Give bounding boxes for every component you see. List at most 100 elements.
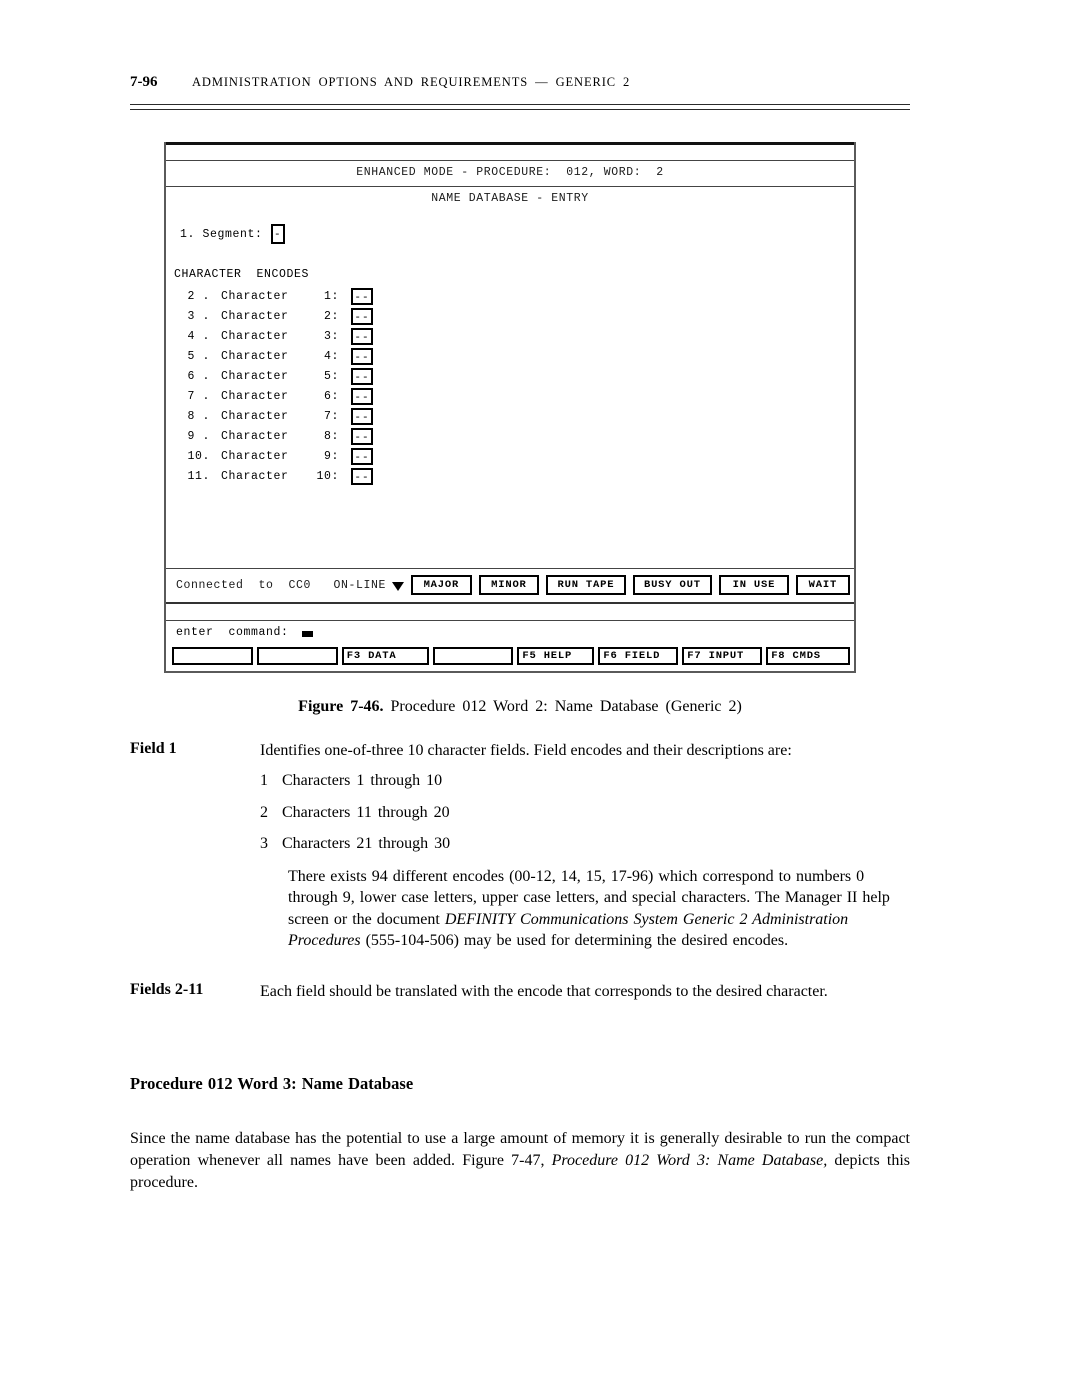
encode-row-index: 6:	[323, 389, 339, 403]
character-encodes-list: 2 . Character 1: -- 3 . Character 2: -- …	[174, 286, 434, 486]
figure-caption: Figure 7-46. Procedure 012 Word 2: Name …	[130, 698, 910, 716]
encode-row-label: Character	[221, 469, 289, 483]
function-key-f1[interactable]	[172, 647, 253, 665]
command-prompt-row: enter command:	[176, 626, 313, 639]
running-header-title: ADMINISTRATION OPTIONS AND REQUIREMENTS …	[192, 75, 631, 89]
terminal-rule-below-mode-line	[166, 186, 854, 187]
field1-description: Identifies one-of-three 10 character fie…	[260, 742, 792, 759]
encode-row-label: Character	[221, 429, 289, 443]
terminal-rule-above-mode-line	[166, 160, 854, 161]
encode-input[interactable]: --	[351, 447, 373, 465]
encode-row-number: 8 .	[187, 409, 210, 423]
encode-row-label: Character	[221, 329, 289, 343]
encode-value: 3	[260, 835, 268, 852]
function-key-f3-data[interactable]: F3 DATA	[341, 647, 429, 665]
section-paragraph: Since the name database has the potentia…	[130, 1128, 910, 1194]
terminal-top-edge	[166, 142, 854, 145]
text-cursor[interactable]	[301, 630, 313, 637]
field1-encode-list: 1 Characters 1 through 10 2 Characters 1…	[260, 772, 820, 867]
terminal-screen-figure: ENHANCED MODE - PROCEDURE: 012, WORD: 2 …	[164, 142, 856, 673]
encode-row-label: Character	[221, 389, 289, 403]
function-key-f2[interactable]	[256, 647, 338, 665]
list-item: 2 Characters 11 through 20	[260, 804, 820, 836]
function-key-f5-help[interactable]: F5 HELP	[517, 647, 595, 665]
alarm-indicator-busy-out[interactable]: BUSY OUT	[632, 575, 713, 595]
field1-label: Field 1	[130, 740, 177, 757]
alarm-indicator-minor[interactable]: MINOR	[478, 575, 540, 595]
status-divider-bottom	[166, 602, 854, 604]
encode-row-number: 2 .	[187, 289, 210, 303]
encode-row-number: 5 .	[187, 349, 210, 363]
encode-row-label: Character	[221, 349, 289, 363]
figure-caption-label: Figure 7-46.	[298, 698, 384, 715]
encode-input[interactable]: --	[351, 427, 373, 445]
encode-row: 10. Character 9: --	[174, 446, 434, 466]
encode-input[interactable]: --	[351, 327, 373, 345]
encode-input[interactable]: --	[351, 307, 373, 325]
encode-row: 4 . Character 3: --	[174, 326, 434, 346]
alarm-indicator-major[interactable]: MAJOR	[411, 575, 472, 595]
encode-description: Characters 11 through 20	[282, 803, 450, 821]
encode-description: Characters 21 through 30	[282, 835, 451, 852]
encode-row: 6 . Character 5: --	[174, 366, 434, 386]
alarm-indicator-run-tape[interactable]: RUN TAPE	[546, 575, 626, 595]
encode-row-number: 7 .	[187, 389, 210, 403]
field1-block: Field 1 Identifies one-of-three 10 chara…	[130, 740, 910, 761]
function-key-f4[interactable]	[432, 647, 514, 665]
encode-input[interactable]: --	[351, 287, 373, 305]
connection-status-text: Connected to CC0 ON-LINE	[176, 578, 387, 592]
encode-row-index: 5:	[323, 369, 339, 383]
encode-row-index: 9:	[323, 449, 339, 463]
encode-input[interactable]: --	[351, 467, 373, 485]
running-header: 7-96 ADMINISTRATION OPTIONS AND REQUIREM…	[130, 74, 910, 91]
mode-line: ENHANCED MODE - PROCEDURE: 012, WORD: 2	[356, 166, 664, 179]
list-item: 1 Characters 1 through 10	[260, 772, 820, 804]
encode-row-number: 10.	[187, 449, 210, 463]
function-key-f6-field[interactable]: F6 FIELD	[598, 647, 679, 665]
encode-row-label: Character	[221, 309, 289, 323]
function-key-f7-input[interactable]: F7 INPUT	[682, 647, 763, 665]
function-key-bar: F3 DATA F5 HELP F6 FIELD F7 INPUT F8 CMD…	[172, 647, 850, 665]
encode-row: 5 . Character 4: --	[174, 346, 434, 366]
encode-row-label: Character	[221, 449, 289, 463]
fields2-11-description: Each field should be translated with the…	[260, 983, 828, 1000]
encode-row-label: Character	[221, 409, 289, 423]
encode-row: 7 . Character 6: --	[174, 386, 434, 406]
encode-row: 2 . Character 1: --	[174, 286, 434, 306]
encode-input[interactable]: --	[351, 387, 373, 405]
encode-description: Characters 1 through 10	[282, 772, 443, 789]
encode-value: 2	[260, 803, 268, 821]
encode-input[interactable]: --	[351, 347, 373, 365]
segment-field-number: 1.	[180, 227, 196, 241]
encode-row-number: 6 .	[187, 369, 210, 383]
fields2-11-block: Fields 2-11 Each field should be transla…	[130, 981, 910, 1002]
section-heading: Procedure 012 Word 3: Name Database	[130, 1074, 414, 1093]
alarm-indicator-wait[interactable]: WAIT	[795, 575, 850, 595]
command-divider-rule	[166, 620, 854, 621]
encode-row-index: 8:	[323, 429, 339, 443]
encode-input[interactable]: --	[351, 407, 373, 425]
header-divider-rule	[130, 104, 910, 110]
function-key-f8-cmds[interactable]: F8 CMDS	[766, 647, 850, 665]
screen-title: NAME DATABASE - ENTRY	[431, 192, 589, 205]
status-divider-top	[166, 568, 854, 569]
encode-row-label: Character	[221, 289, 289, 303]
encode-row-index: 1:	[323, 289, 339, 303]
alarm-indicator-in-use[interactable]: IN USE	[719, 575, 789, 595]
triangle-down-icon	[392, 581, 405, 591]
encode-row: 11. Character 10: --	[174, 466, 434, 486]
encode-row-index: 4:	[323, 349, 339, 363]
encode-row-number: 9 .	[187, 429, 210, 443]
encode-input[interactable]: --	[351, 367, 373, 385]
character-encodes-heading: CHARACTER ENCODES	[174, 268, 310, 281]
fields2-11-label: Fields 2-11	[130, 981, 204, 998]
segment-field-row: 1. Segment: -	[180, 224, 285, 244]
encode-row-number: 11.	[187, 469, 210, 483]
page-number: 7-96	[130, 74, 158, 90]
encode-row-number: 3 .	[187, 309, 210, 323]
segment-field-label: Segment:	[202, 227, 263, 241]
encode-row-index: 3:	[323, 329, 339, 343]
field1-encode-explanation: There exists 94 different encodes (00-12…	[288, 866, 898, 951]
segment-input[interactable]: -	[270, 224, 285, 244]
encode-row-index: 7:	[323, 409, 339, 423]
